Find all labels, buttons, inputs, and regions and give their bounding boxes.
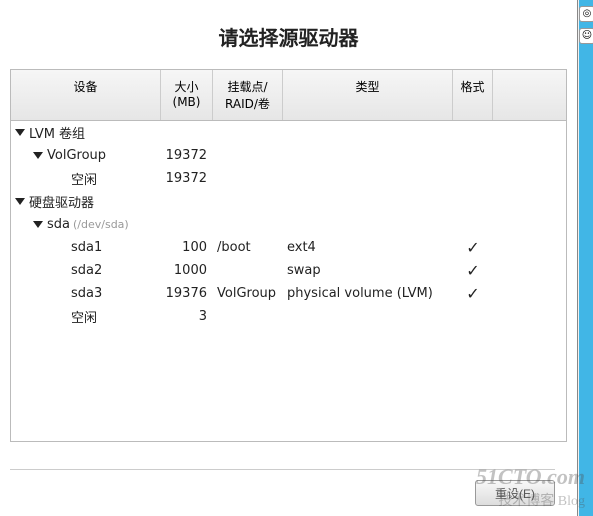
expand-triangle-icon[interactable] [15, 198, 25, 205]
expand-triangle-icon[interactable] [33, 221, 43, 228]
size-cell: 19376 [161, 286, 213, 301]
device-name: sda3 [71, 286, 102, 301]
size-cell: 19372 [161, 148, 213, 163]
table-row[interactable]: sda3 19376VolGroupphysical volume (LVM) ✓ [11, 282, 566, 305]
reset-button[interactable]: 重设(E) [475, 480, 555, 506]
col-format[interactable]: 格式 [453, 70, 493, 120]
col-size[interactable]: 大小 (MB) [161, 70, 213, 120]
size-cell: 1000 [161, 263, 213, 278]
device-path: (/dev/sda) [73, 218, 129, 231]
device-cell: 空闲 [11, 307, 161, 326]
table-row[interactable]: 硬盘驱动器 [11, 190, 566, 213]
table-row[interactable]: LVM 卷组 [11, 121, 566, 144]
device-cell: 硬盘驱动器 [11, 192, 161, 211]
table-row[interactable]: sda1 100/bootext4 ✓ [11, 236, 566, 259]
checkmark-icon: ✓ [466, 284, 479, 303]
device-name: LVM 卷组 [29, 123, 85, 142]
type-cell: physical volume (LVM) [283, 286, 453, 301]
device-cell: 空闲 [11, 169, 161, 188]
mount-cell: VolGroup [213, 286, 283, 301]
device-cell: sda3 [11, 286, 161, 301]
size-cell: 100 [161, 240, 213, 255]
format-cell: ✓ [453, 261, 493, 280]
device-name: sda1 [71, 240, 102, 255]
col-type[interactable]: 类型 [283, 70, 453, 120]
table-row[interactable]: 空闲 3 [11, 305, 566, 328]
right-sidebar: ◎ ☺ [579, 0, 593, 516]
size-cell: 19372 [161, 171, 213, 186]
col-device[interactable]: 设备 [11, 70, 161, 120]
format-cell: ✓ [453, 284, 493, 303]
device-name: sda [47, 217, 70, 232]
device-name: VolGroup [47, 148, 106, 163]
col-mount[interactable]: 挂载点/ RAID/卷 [213, 70, 283, 120]
device-name: 硬盘驱动器 [29, 192, 94, 211]
device-cell: VolGroup [11, 148, 161, 163]
drive-table: 设备 大小 (MB) 挂载点/ RAID/卷 类型 格式 LVM 卷组 VolGr… [10, 69, 567, 442]
device-cell: sda1 [11, 240, 161, 255]
expand-triangle-icon[interactable] [33, 152, 43, 159]
mount-cell: /boot [213, 240, 283, 255]
sidebar-icon-2[interactable]: ☺ [579, 28, 593, 44]
sidebar-icon-1[interactable]: ◎ [579, 6, 593, 22]
table-row[interactable]: sda(/dev/sda) [11, 213, 566, 236]
device-cell: sda(/dev/sda) [11, 217, 161, 232]
device-name: 空闲 [71, 169, 97, 188]
page-title: 请选择源驱动器 [10, 22, 567, 51]
device-name: sda2 [71, 263, 102, 278]
table-row[interactable]: 空闲 19372 [11, 167, 566, 190]
size-cell: 3 [161, 309, 213, 324]
type-cell: swap [283, 263, 453, 278]
format-cell: ✓ [453, 238, 493, 257]
checkmark-icon: ✓ [466, 238, 479, 257]
type-cell: ext4 [283, 240, 453, 255]
table-body: LVM 卷组 VolGroup 19372 空闲 19372 硬盘驱动器 sda(/dev/… [11, 121, 566, 441]
table-header: 设备 大小 (MB) 挂载点/ RAID/卷 类型 格式 [11, 70, 566, 121]
device-cell: LVM 卷组 [11, 123, 161, 142]
device-name: 空闲 [71, 307, 97, 326]
device-cell: sda2 [11, 263, 161, 278]
table-row[interactable]: VolGroup 19372 [11, 144, 566, 167]
checkmark-icon: ✓ [466, 261, 479, 280]
table-row[interactable]: sda2 1000 swap ✓ [11, 259, 566, 282]
expand-triangle-icon[interactable] [15, 129, 25, 136]
